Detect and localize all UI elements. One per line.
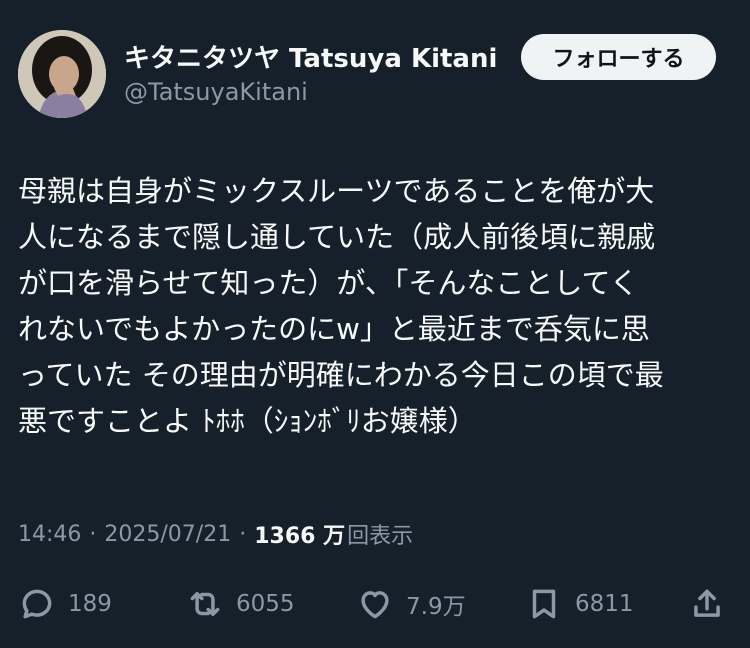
bookmark-count: 6811 xyxy=(575,591,634,617)
bookmark-icon xyxy=(532,589,556,619)
retweet-button[interactable]: 6055 xyxy=(186,582,295,626)
retweet-icon xyxy=(190,591,220,617)
display-name[interactable]: キタニタツヤ Tatsuya Kitani xyxy=(124,38,497,75)
views-label: 回表示 xyxy=(347,524,414,549)
reply-button[interactable]: 189 xyxy=(18,582,112,626)
follow-button[interactable]: フォローする xyxy=(521,34,716,80)
tweet-text-line: っていた その理由が明確にわかる今日この頃で最 xyxy=(18,358,664,392)
like-button[interactable]: 7.9万 xyxy=(356,582,466,626)
tweet-date[interactable]: 2025/07/21 xyxy=(104,522,231,547)
share-icon xyxy=(694,589,720,617)
action-bar: 189 6055 7.9万 6811 xyxy=(0,582,750,626)
tweet-text: 母親は自身がミックスルーツであることを俺が大 人になるまで隠し通していた（成人前… xyxy=(18,168,730,444)
tweet-meta: 14:46 · 2025/07/21 · 1366 万 回表示 xyxy=(18,518,413,550)
display-name-text: キタニタツヤ Tatsuya Kitani xyxy=(124,44,498,74)
meta-separator: · xyxy=(239,521,247,547)
views-count: 1366 万 xyxy=(254,524,346,549)
bookmark-button[interactable]: 6811 xyxy=(525,582,634,626)
tweet-text-line: 人になるまで隠し通していた（成人前後頃に親戚 xyxy=(18,220,656,254)
meta-separator: · xyxy=(89,521,97,547)
tweet-text-line: 母親は自身がミックスルーツであることを俺が大 xyxy=(18,174,655,208)
share-button[interactable] xyxy=(688,582,726,626)
avatar-image xyxy=(18,30,106,118)
like-count: 7.9万 xyxy=(406,594,466,620)
user-handle[interactable]: @TatsuyaKitani xyxy=(124,78,308,106)
avatar[interactable] xyxy=(18,30,106,118)
reply-count: 189 xyxy=(68,591,112,617)
tweet-text-line: れないでもよかったのにw」と最近まで呑気に思 xyxy=(18,312,650,346)
tweet-text-line: 悪ですことよ ﾄﾎﾎ（ｼｮﾝﾎﾞﾘお嬢様） xyxy=(18,404,477,438)
tweet-text-line: が口を滑らせて知った）が、「そんなことしてく xyxy=(18,266,639,300)
tweet-time[interactable]: 14:46 xyxy=(18,522,81,547)
reply-icon xyxy=(22,589,52,619)
heart-icon xyxy=(361,591,389,619)
retweet-count: 6055 xyxy=(236,591,295,617)
